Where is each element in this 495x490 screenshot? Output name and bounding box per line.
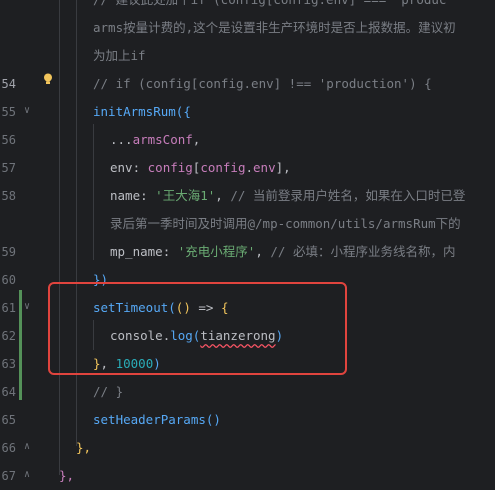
string-literal: '王大海1' [155, 188, 216, 203]
line-number: 65 [1, 413, 16, 427]
code-punct: : [162, 244, 178, 259]
code-comment: arms按量计费的,这个是设置非生产环境时是否上报数据。建议初 [93, 20, 456, 35]
function-name: setHeaderParams [93, 412, 206, 427]
code-line: 54 // if (config[config.env] !== 'produc… [0, 70, 495, 98]
code-punct: , [192, 132, 201, 147]
code-punct: : [132, 160, 148, 175]
code-line: 59 mp_name: '充电小程序', // 必填：小程序业务线名称，内 [0, 238, 495, 266]
code-line: 为加上if [0, 42, 495, 70]
string-literal: '充电小程序' [177, 244, 256, 259]
code-comment: // 建议此处加个if (config[config.env] === 'pro… [93, 0, 446, 14]
function-name: initArmsRum [93, 104, 176, 119]
code-editor[interactable]: // 建议此处加个if (config[config.env] === 'pro… [0, 0, 495, 490]
code-line: 56 ...armsConf, [0, 126, 495, 154]
code-line: 67 ∧ }, [0, 462, 495, 490]
code-comment: 录后第一季时间及时调用@/mp-common/utils/armsRum下的 [110, 216, 461, 231]
line-number: 56 [1, 133, 16, 147]
code-line: // 建议此处加个if (config[config.env] === 'pro… [0, 0, 495, 14]
fold-icon[interactable]: ∨ [24, 302, 34, 312]
code-comment: // 当前登录用户姓名，如果在入口时已登 [230, 188, 466, 203]
code-comment: 为加上if [93, 48, 146, 63]
line-number: 60 [1, 273, 16, 287]
code-line: 64 // } [0, 378, 495, 406]
property: env [253, 160, 276, 175]
line-number: 66 [1, 441, 16, 455]
line-number: 57 [1, 161, 16, 175]
lightbulb-icon[interactable] [43, 73, 53, 85]
code-punct: , [255, 244, 271, 259]
code-comment: // if (config[config.env] !== 'productio… [93, 76, 432, 91]
code-line: 66 ∧ }, [0, 434, 495, 462]
code-punct: , [283, 160, 291, 175]
highlight-box [48, 282, 347, 375]
line-number: 58 [1, 189, 16, 203]
identifier: config [147, 160, 193, 175]
code-comment: // } [93, 384, 124, 399]
object-key: mp_name [110, 244, 163, 259]
line-number: 62 [1, 329, 16, 343]
line-number: 54 [1, 77, 16, 91]
fold-icon[interactable]: ∨ [24, 106, 34, 116]
code-punct: }, [59, 468, 75, 483]
code-line: 58 name: '王大海1', // 当前登录用户姓名，如果在入口时已登 [0, 182, 495, 210]
code-line: 65 setHeaderParams() [0, 406, 495, 434]
fold-icon[interactable]: ∧ [24, 442, 34, 452]
line-number: 67 [1, 469, 16, 483]
code-comment: // 必填：小程序业务线名称，内 [270, 244, 456, 259]
line-number: 59 [1, 245, 16, 259]
code-line: 录后第一季时间及时调用@/mp-common/utils/armsRum下的 [0, 210, 495, 238]
line-number: 64 [1, 385, 16, 399]
line-number: 55 [1, 105, 16, 119]
identifier: armsConf [132, 132, 193, 147]
code-punct: : [140, 188, 156, 203]
code-punct: . [245, 160, 254, 175]
code-line: arms按量计费的,这个是设置非生产环境时是否上报数据。建议初 [0, 14, 495, 42]
code-punct: }, [76, 440, 92, 455]
object-key: name [110, 188, 141, 203]
code-line: 55 ∨ initArmsRum({ [0, 98, 495, 126]
code-line: 57 env: config[config.env], [0, 154, 495, 182]
code-punct: () [205, 412, 221, 427]
code-punct: ] [275, 160, 284, 175]
spread-operator: ... [110, 132, 133, 147]
identifier: config [200, 160, 246, 175]
line-number: 61 [1, 301, 16, 315]
code-punct: , [215, 188, 231, 203]
code-punct: ({ [175, 104, 191, 119]
fold-icon[interactable]: ∧ [24, 470, 34, 480]
line-number: 63 [1, 357, 16, 371]
object-key: env [110, 160, 133, 175]
